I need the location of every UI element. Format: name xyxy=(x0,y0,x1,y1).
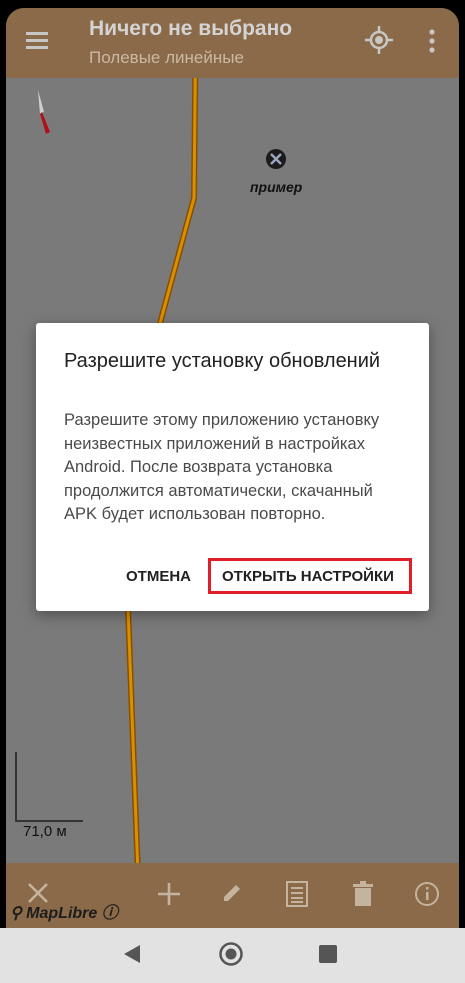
compass-icon[interactable] xyxy=(34,88,58,138)
menu-icon[interactable] xyxy=(26,30,50,50)
add-icon[interactable] xyxy=(156,881,182,907)
attribution-text: MapLibre xyxy=(26,905,98,922)
location-pin-icon: ⚲ xyxy=(10,905,22,922)
edit-icon[interactable] xyxy=(220,881,244,905)
attribution-info-icon[interactable]: ⓘ xyxy=(102,905,118,922)
bottom-toolbar: ⚲ MapLibre ⓘ xyxy=(6,863,459,928)
permission-dialog: Разрешите установку обновлений Разрешите… xyxy=(36,323,429,611)
scale-bar xyxy=(15,752,83,822)
recents-icon[interactable] xyxy=(318,944,338,964)
page-title: Ничего не выбрано xyxy=(89,17,293,40)
page-subtitle: Полевые линейные xyxy=(89,48,244,67)
locate-icon[interactable] xyxy=(365,26,393,54)
maplibre-attribution[interactable]: ⚲ MapLibre ⓘ xyxy=(10,899,118,923)
system-navigation-bar xyxy=(0,928,465,983)
map-marker[interactable]: пример xyxy=(250,146,302,195)
top-toolbar: Ничего не выбрано Полевые линейные xyxy=(6,8,459,78)
scale-label: 71,0 м xyxy=(23,823,67,840)
marker-icon xyxy=(266,149,287,169)
back-icon[interactable] xyxy=(122,943,142,965)
info-icon[interactable] xyxy=(414,881,440,907)
more-vert-icon[interactable] xyxy=(428,28,436,54)
screen: Ничего не выбрано Полевые линейные приме… xyxy=(0,0,465,983)
highlight-box xyxy=(208,558,412,594)
marker-label: пример xyxy=(250,179,303,195)
cancel-button[interactable]: ОТМЕНА xyxy=(126,568,191,585)
delete-icon[interactable] xyxy=(352,881,374,907)
list-icon[interactable] xyxy=(286,881,308,907)
home-icon[interactable] xyxy=(218,941,244,967)
dialog-title: Разрешите установку обновлений xyxy=(64,350,381,372)
dialog-message: Разрешите этому приложению установку неи… xyxy=(64,411,380,523)
